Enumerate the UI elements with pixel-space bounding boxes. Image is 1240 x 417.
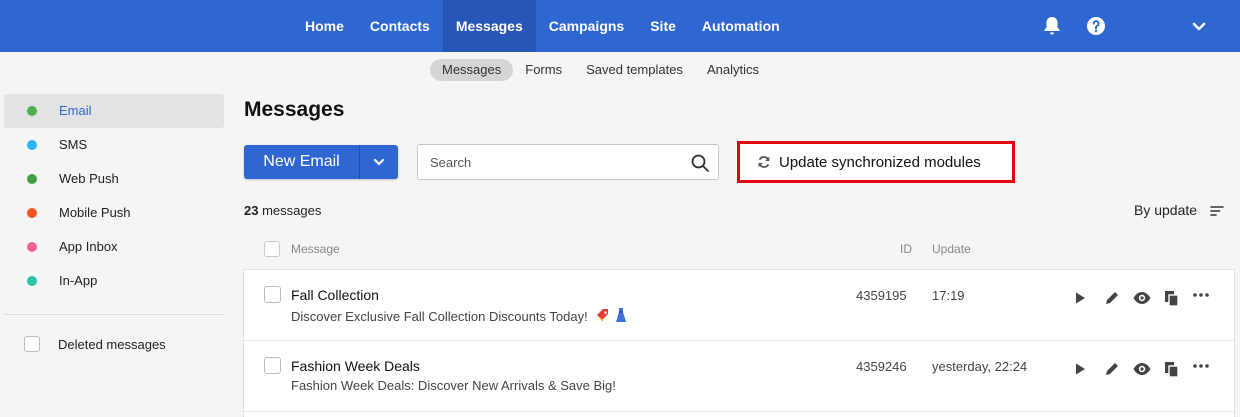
status-dot [27, 276, 37, 286]
new-email-split-button: New Email [244, 145, 398, 179]
main-nav: Home Contacts Messages Campaigns Site Au… [292, 0, 793, 52]
sidebar-item-label: Web Push [59, 171, 119, 186]
message-count-label: messages [258, 203, 322, 218]
status-dot [27, 140, 37, 150]
tag-emoji [597, 309, 609, 322]
update-synchronized-modules-button[interactable]: Update synchronized modules [737, 141, 1015, 183]
status-dot [27, 106, 37, 116]
subtab-analytics[interactable]: Analytics [695, 59, 771, 81]
status-dot [27, 174, 37, 184]
more-icon[interactable] [1191, 359, 1211, 379]
deleted-messages-checkbox[interactable] [24, 336, 40, 352]
sidebar-item-web-push[interactable]: Web Push [4, 162, 224, 196]
message-name[interactable]: Fashion Week Deals [291, 358, 420, 374]
sub-navigation: Messages Forms Saved templates Analytics [430, 59, 771, 81]
sidebar-item-label: Email [59, 103, 92, 118]
column-header-message: Message [291, 242, 340, 256]
new-email-button[interactable]: New Email [244, 145, 359, 179]
message-name[interactable]: Fall Collection [291, 287, 379, 303]
nav-contacts[interactable]: Contacts [357, 0, 443, 52]
sidebar-item-in-app[interactable]: In-App [4, 264, 224, 298]
column-header-update: Update [932, 242, 971, 256]
status-dot [27, 242, 37, 252]
sidebar-item-email[interactable]: Email [4, 94, 224, 128]
dress-emoji [616, 308, 627, 322]
new-email-dropdown[interactable] [360, 145, 398, 179]
subtab-messages[interactable]: Messages [430, 59, 514, 81]
column-header-id: ID [900, 242, 912, 256]
message-id: 4359246 [856, 359, 907, 374]
nav-site[interactable]: Site [637, 0, 689, 52]
row-checkbox[interactable] [264, 286, 281, 303]
copy-icon[interactable] [1162, 288, 1182, 308]
row-actions [1070, 288, 1215, 308]
select-all-checkbox[interactable] [264, 241, 280, 257]
subtab-forms[interactable]: Forms [513, 59, 574, 81]
message-id: 4359195 [856, 288, 907, 303]
update-button-label: Update synchronized modules [779, 153, 981, 171]
message-count: 23 messages [244, 203, 321, 218]
preview-icon[interactable] [1132, 359, 1152, 379]
deleted-messages-label: Deleted messages [58, 336, 166, 352]
edit-icon[interactable] [1102, 359, 1122, 379]
message-list: Fall Collection Discover Exclusive Fall … [243, 269, 1235, 417]
play-icon[interactable] [1070, 359, 1090, 379]
message-subject-text: Discover Exclusive Fall Collection Disco… [291, 309, 588, 324]
help-icon[interactable] [1084, 14, 1108, 38]
nav-home[interactable]: Home [292, 0, 357, 52]
table-row[interactable]: Fashion Week Deals Fashion Week Deals: D… [244, 341, 1234, 412]
message-subject: Discover Exclusive Fall Collection Disco… [291, 307, 628, 324]
search-icon[interactable] [690, 153, 710, 173]
status-dot [27, 208, 37, 218]
sidebar-item-label: SMS [59, 137, 88, 152]
page-title: Messages [244, 98, 345, 121]
message-subject: Fashion Week Deals: Discover New Arrival… [291, 378, 616, 393]
sidebar-item-label: App Inbox [59, 239, 118, 254]
top-navigation-bar: Home Contacts Messages Campaigns Site Au… [0, 0, 1240, 52]
search-box [417, 144, 719, 180]
row-actions [1070, 359, 1215, 379]
play-icon[interactable] [1070, 288, 1090, 308]
nav-automation[interactable]: Automation [689, 0, 793, 52]
copy-icon[interactable] [1162, 359, 1182, 379]
sidebar-item-app-inbox[interactable]: App Inbox [4, 230, 224, 264]
deleted-messages-toggle[interactable]: Deleted messages [24, 336, 166, 352]
subtab-saved-templates[interactable]: Saved templates [574, 59, 695, 81]
sidebar-item-sms[interactable]: SMS [4, 128, 224, 162]
nav-campaigns[interactable]: Campaigns [536, 0, 637, 52]
message-updated: 17:19 [932, 288, 965, 303]
sidebar: Email SMS Web Push Mobile Push App Inbox… [0, 94, 226, 352]
search-input[interactable] [430, 145, 680, 179]
message-count-number: 23 [244, 203, 259, 218]
sort-selector[interactable]: By update [1134, 202, 1197, 218]
refresh-icon [758, 156, 770, 168]
sidebar-item-label: Mobile Push [59, 205, 131, 220]
chevron-down-icon [373, 158, 385, 166]
sidebar-divider [4, 314, 224, 315]
table-header: Message ID Update [244, 238, 1234, 262]
message-updated: yesterday, 22:24 [932, 359, 1028, 374]
row-checkbox[interactable] [264, 357, 281, 374]
more-icon[interactable] [1191, 288, 1211, 308]
chevron-down-icon[interactable] [1187, 14, 1211, 38]
sidebar-item-mobile-push[interactable]: Mobile Push [4, 196, 224, 230]
sort-icon[interactable] [1210, 204, 1224, 218]
table-row[interactable]: Fall Collection Discover Exclusive Fall … [244, 270, 1234, 341]
bell-icon[interactable] [1040, 14, 1064, 38]
sidebar-item-label: In-App [59, 273, 98, 288]
nav-messages[interactable]: Messages [442, 0, 536, 52]
preview-icon[interactable] [1132, 288, 1152, 308]
edit-icon[interactable] [1102, 288, 1122, 308]
